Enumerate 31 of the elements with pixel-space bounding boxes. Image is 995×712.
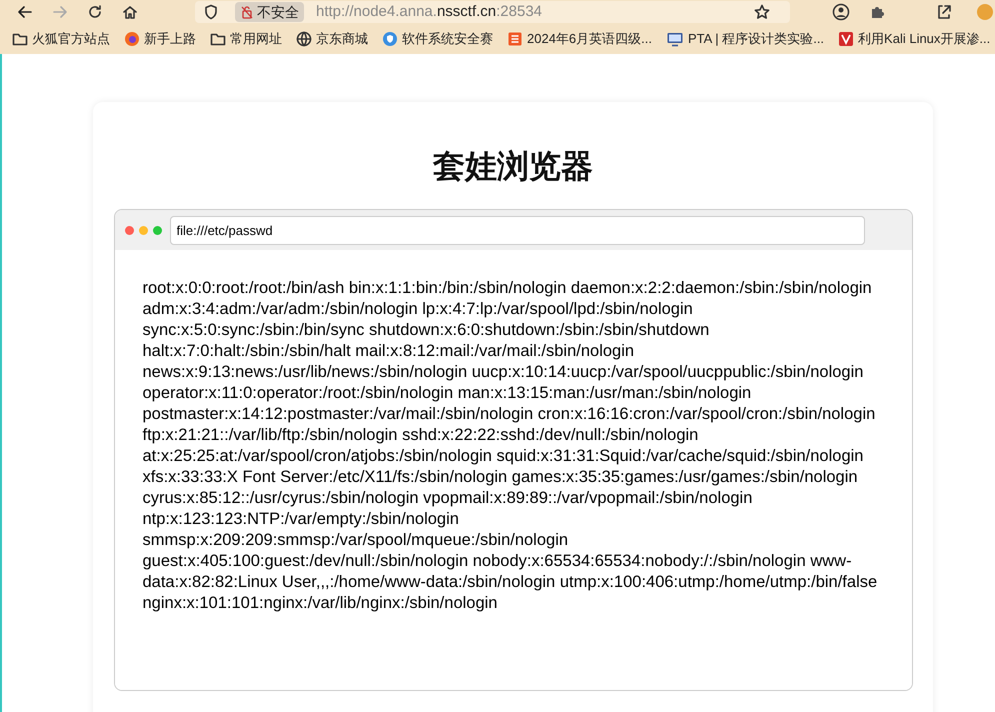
folder-icon [210,31,226,47]
globe-icon [296,31,312,47]
bookmark-link[interactable]: PTA | 程序设计类实验... [666,29,824,49]
letter-logo-icon [838,31,854,47]
page-title: 套娃浏览器 [433,147,593,186]
crossed-lock-icon [240,5,254,19]
bookmark-link[interactable]: 火狐官方站点 [12,29,110,49]
security-badge[interactable]: 不安全 [235,2,304,22]
page-content-text: root:x:0:0:root:/root:/bin/ash bin:x:1:1:bin:/bin:/sbin/nologin daemon:x:2:2:daemon:/sbin:/sbin/nologin adm:x:3:4:adm:/var/adm:/sbin/nologin lp:x:4:7:lp:/var/spool/lpd:/sbin/nologin sync:x:5:0:sync:/sbin:/bin/sync shutdown:x:6:0:shutdown:/sbin:/sbin/shutdown halt:x:7:0:halt:/sbin:/sbin/halt mail:x:8:12:mail:/var/mail:/sbin/nologin news:x:9:13:news:/usr/lib/news:/sbin/nologin uucp:x:10:14:uucp:/var/spool/uucppublic:/sbin/nologin operator:x:11:0:operator:/root:/sbin/nologin man:x:13:15:man:/usr/man:/sbin/nologin postmaster:x:14:12:postmaster:/var/mail:/sbin/nologin cron:x:16:16:cron:/var/spool/cron:/sbin/nologin ftp:x:21:21::/var/lib/ftp:/sbin/nologin sshd:x:22:22:sshd:/dev/null:/sbin/nologin at:x:25:25:at:/var/spool/cron/atjobs:/sbin/nologin squid:x:31:31:Squid:/var/cache/squid:/sbin/nologin xfs:x:33:33:X Font Server:/etc/X11/fs:/sbin/nologin games:x:35:35:games:/usr/games:/sbin/nologin cyrus:x:85:12::/usr/cyrus:/sbin/nologin vpopmail:x:89:89::/var/vpopmail:/sbin/nologin ntp:x:123:123:NTP:/var/empty:/sbin/nologin smmsp:x:209:209:smmsp:/var/spool/mqueue:/sbin/nologin guest:x:405:100:guest:/dev/null:/sbin/nologin nobody:x:65534:65534:nobody:/:/sbin/nologin www-data:x:82:82:Linux User,,,:/home/www-data:/sbin/nologin utmp:x:100:406:utmp:/home/utmp:/bin/false nginx:x:101:101:nginx:/var/lib/nginx:/sbin/nologin [142,278,878,614]
back-button[interactable] [16,3,34,21]
monitor-icon [666,31,684,47]
bookmark-link[interactable]: 常用网址 [210,29,282,49]
folder-icon [12,31,28,47]
address-bar[interactable]: 不安全 http://node4.anna.nssctf.cn:28534 [195,1,790,23]
share-icon[interactable] [936,3,953,21]
bookmark-link[interactable]: 利用Kali Linux开展渗... [838,29,990,49]
bookmark-link[interactable]: 2024年6月英语四级... [507,29,652,49]
star-icon[interactable] [754,4,770,20]
address-field[interactable]: file:///etc/passwd [170,216,864,244]
home-icon[interactable] [122,3,139,21]
url-text: http://node4.anna.nssctf.cn:28534 [316,2,542,22]
fox-logo-icon [124,31,140,47]
security-label: 不安全 [257,2,299,22]
reload-icon[interactable] [86,3,104,21]
shield-icon[interactable] [203,4,219,20]
bookmark-link[interactable]: 新手上路 [124,29,196,49]
shield-icon [382,31,398,47]
document-icon [507,31,523,47]
bookmark-link[interactable]: 京东商城 [296,29,368,49]
account-icon[interactable] [832,3,850,21]
bookmark-link[interactable]: 软件系统安全赛 [382,29,493,49]
